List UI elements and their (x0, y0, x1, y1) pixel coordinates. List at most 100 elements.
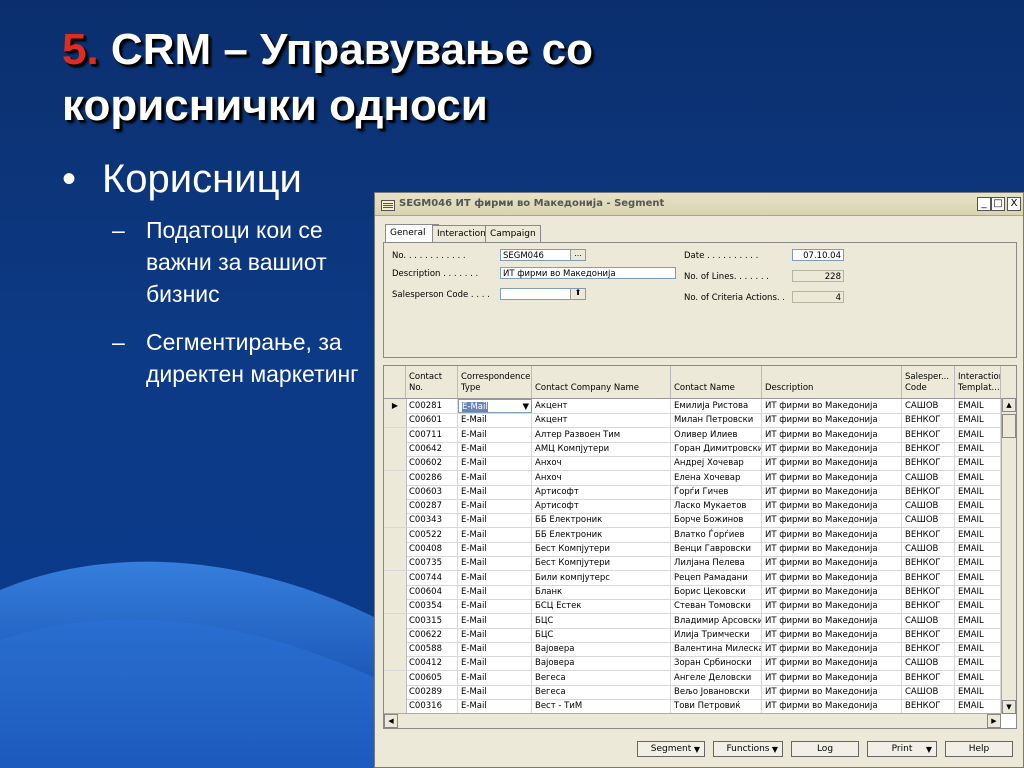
cell-contact-name[interactable]: Лилјана Пелева (671, 556, 762, 571)
cell-correspondence-type[interactable]: E-Mail (458, 570, 532, 585)
cell-description[interactable]: ИТ фирми во Македонија (762, 656, 902, 671)
cell-correspondence-type[interactable]: E-Mail (458, 627, 532, 642)
cell-salesperson[interactable]: ВЕНКОГ (902, 441, 955, 456)
row-selector[interactable] (384, 427, 407, 442)
cell-company-name[interactable]: Вајовера (532, 642, 671, 657)
scroll-up-button[interactable]: ▲ (1002, 398, 1016, 412)
cell-contact-name[interactable]: Ѓорѓи Гичев (671, 484, 762, 499)
table-row[interactable]: C00343 E-Mail ББ Електроник Борче Божинов ИТ… (384, 513, 1001, 529)
cell-correspondence-type[interactable]: E-Mail (458, 656, 532, 671)
cell-contact-no[interactable]: C00642 (406, 441, 458, 456)
table-row[interactable]: C00287 E-Mail Артисофт Ласко Мукаетов ИТ фир… (384, 499, 1001, 515)
cell-description[interactable]: ИТ фирми во Македонија (762, 427, 902, 442)
cell-company-name[interactable]: Акцент (532, 399, 671, 413)
cell-salesperson[interactable]: ВЕНКОГ (902, 556, 955, 571)
cell-interaction-template[interactable]: EMAIL (955, 399, 1001, 413)
table-row[interactable]: C00642 E-Mail АМЦ Компјутери Горан Димитров… (384, 441, 1001, 457)
row-selector[interactable] (384, 470, 407, 485)
table-row[interactable]: C00408 E-Mail Бест Компјутери Венци Гавровс… (384, 542, 1001, 557)
table-row[interactable]: C00622 E-Mail БЦС Илија Тримчески ИТ фирми в… (384, 627, 1001, 643)
cell-description[interactable]: ИТ фирми во Македонија (762, 642, 902, 657)
cell-description[interactable]: ИТ фирми во Македонија (762, 441, 902, 456)
cell-company-name[interactable]: Вест - ТиМ (532, 699, 671, 714)
tab-campaign[interactable]: Campaign (485, 225, 541, 242)
cell-salesperson[interactable]: САШОВ (902, 499, 955, 514)
cell-contact-no[interactable]: C00522 (406, 527, 458, 542)
cell-correspondence-type[interactable]: E-Mail (458, 499, 532, 514)
cell-interaction-template[interactable]: EMAIL (955, 413, 1001, 428)
row-selector[interactable] (384, 456, 407, 471)
cell-description[interactable]: ИТ фирми во Македонија (762, 627, 902, 642)
cell-contact-name[interactable]: Тови Петровиќ (671, 699, 762, 714)
cell-contact-name[interactable]: Стеван Томовски (671, 599, 762, 614)
cell-contact-name[interactable]: Влатко Ѓорѓиев (671, 527, 762, 542)
cell-salesperson[interactable]: ВЕНКОГ (902, 484, 955, 499)
cell-salesperson[interactable]: САШОВ (902, 470, 955, 485)
cell-contact-no[interactable]: C00601 (406, 413, 458, 428)
cell-salesperson[interactable]: ВЕНКОГ (902, 642, 955, 657)
cell-description[interactable]: ИТ фирми во Македонија (762, 556, 902, 571)
row-selector[interactable] (384, 699, 407, 714)
cell-contact-name[interactable]: Илија Тримчески (671, 627, 762, 642)
cell-correspondence-type[interactable]: E-Mail (458, 527, 532, 542)
cell-interaction-template[interactable]: EMAIL (955, 656, 1001, 671)
table-row[interactable]: ▶ C00281 E-Mail ▼ Акцент Емилија Ристова ИТ фи… (384, 399, 1001, 414)
cell-interaction-template[interactable]: EMAIL (955, 685, 1001, 699)
cell-correspondence-type[interactable]: E-Mail (458, 613, 532, 628)
cell-salesperson[interactable]: ВЕНКОГ (902, 570, 955, 585)
cell-contact-no[interactable]: C00711 (406, 427, 458, 442)
cell-company-name[interactable]: Бест Компјутери (532, 556, 671, 571)
cell-company-name[interactable]: Бланк (532, 584, 671, 599)
cell-company-name[interactable]: Вајовера (532, 656, 671, 671)
cell-correspondence-type[interactable]: E-Mail (458, 556, 532, 571)
cell-contact-no[interactable]: C00604 (406, 584, 458, 599)
cell-description[interactable]: ИТ фирми во Македонија (762, 484, 902, 499)
cell-description[interactable]: ИТ фирми во Македонија (762, 584, 902, 599)
table-row[interactable]: C00412 E-Mail Вајовера Зоран Србиноски ИТ фи… (384, 656, 1001, 672)
table-row[interactable]: C00605 E-Mail Вегеса Ангеле Деловски ИТ фирм… (384, 670, 1001, 686)
cell-contact-name[interactable]: Борче Божинов (671, 513, 762, 528)
cell-correspondence-type[interactable]: E-Mail (458, 599, 532, 614)
salesperson-field[interactable]: ⬆ (500, 288, 586, 300)
cell-correspondence-type[interactable]: E-Mail (458, 513, 532, 528)
cell-contact-no[interactable]: C00735 (406, 556, 458, 571)
cell-salesperson[interactable]: ВЕНКОГ (902, 527, 955, 542)
table-row[interactable]: C00711 E-Mail Алтер Развоен Тим Оливер Илие… (384, 427, 1001, 443)
cell-interaction-template[interactable]: EMAIL (955, 427, 1001, 442)
row-selector[interactable] (384, 527, 407, 542)
cell-company-name[interactable]: Алтер Развоен Тим (532, 427, 671, 442)
cell-correspondence-type[interactable]: E-Mail (458, 427, 532, 442)
row-selector[interactable] (384, 499, 407, 514)
cell-company-name[interactable]: Анхоч (532, 456, 671, 471)
cell-description[interactable]: ИТ фирми во Македонија (762, 699, 902, 714)
cell-contact-no[interactable]: C00316 (406, 699, 458, 714)
cell-correspondence-type[interactable]: E-Mail (458, 413, 532, 428)
scroll-thumb[interactable] (1002, 414, 1016, 438)
cell-salesperson[interactable]: ВЕНКОГ (902, 699, 955, 714)
cell-description[interactable]: ИТ фирми во Македонија (762, 513, 902, 528)
log-button[interactable]: Log (791, 741, 859, 757)
row-selector[interactable] (384, 627, 407, 642)
col-description[interactable]: Description (762, 366, 902, 398)
cell-contact-name[interactable]: Венци Гавровски (671, 542, 762, 556)
row-selector[interactable] (384, 685, 407, 699)
no-field[interactable]: SEGM046 ... (500, 249, 586, 261)
cell-interaction-template[interactable]: EMAIL (955, 670, 1001, 685)
cell-contact-no[interactable]: C00603 (406, 484, 458, 499)
cell-salesperson[interactable]: ВЕНКОГ (902, 584, 955, 599)
minimize-button[interactable]: _ (977, 197, 991, 211)
cell-contact-name[interactable]: Андреј Хочевар (671, 456, 762, 471)
row-selector[interactable] (384, 484, 407, 499)
cell-company-name[interactable]: Артисофт (532, 499, 671, 514)
row-selector[interactable] (384, 656, 407, 671)
description-field[interactable]: ИТ фирми во Македонија (500, 267, 676, 279)
col-contact-name[interactable]: Contact Name (671, 366, 762, 398)
cell-description[interactable]: ИТ фирми во Македонија (762, 599, 902, 614)
row-selector[interactable] (384, 613, 407, 628)
cell-interaction-template[interactable]: EMAIL (955, 542, 1001, 556)
cell-contact-name[interactable]: Ангеле Деловски (671, 670, 762, 685)
table-row[interactable]: C00522 E-Mail ББ Електроник Влатко Ѓорѓиев И… (384, 527, 1001, 543)
cell-company-name[interactable]: Вегеса (532, 685, 671, 699)
cell-contact-no[interactable]: C00744 (406, 570, 458, 585)
cell-salesperson[interactable]: САШОВ (902, 613, 955, 628)
